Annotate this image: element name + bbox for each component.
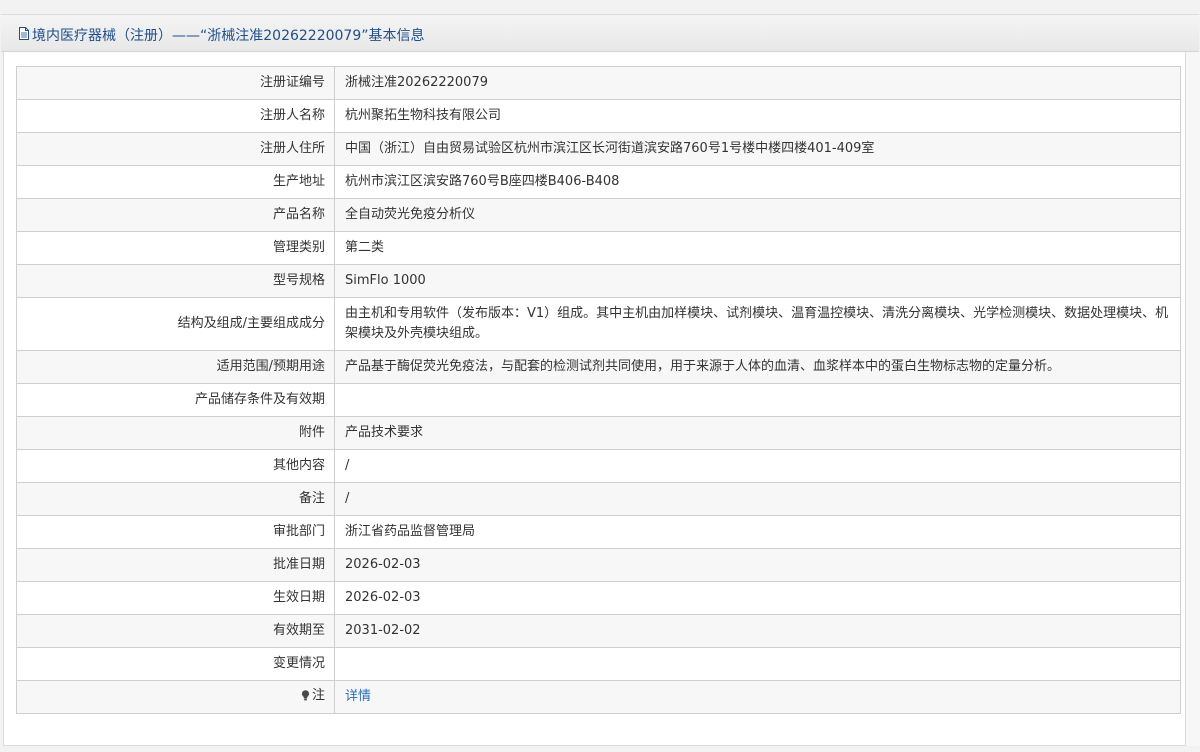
table-row: 注册人住所 中国（浙江）自由贸易试验区杭州市滨江区长河街道滨安路760号1号楼中… [16,132,1181,166]
table-row: 产品储存条件及有效期 [16,383,1181,417]
row-value [334,383,1181,417]
details-link[interactable]: 详情 [345,689,371,704]
table-row: 产品名称 全自动荧光免疫分析仪 [16,198,1181,232]
row-value: 中国（浙江）自由贸易试验区杭州市滨江区长河街道滨安路760号1号楼中楼四楼401… [334,132,1181,166]
note-label-text: 注 [311,687,325,703]
row-value: 由主机和专用软件（发布版本：V1）组成。其中主机由加样模块、试剂模块、温育温控模… [334,297,1181,351]
table-row: 型号规格 SimFlo 1000 [16,264,1181,298]
row-label: 其他内容 [16,449,335,483]
row-label: 管理类别 [16,231,335,265]
table-row: 生效日期 2026-02-03 [16,581,1181,615]
row-value: 2026-02-03 [334,581,1181,615]
table-row: 审批部门 浙江省药品监督管理局 [16,515,1181,549]
table-row: 适用范围/预期用途 产品基于酶促荧光免疫法，与配套的检测试剂共同使用，用于来源于… [16,350,1181,384]
row-value: 2031-02-02 [334,614,1181,648]
page-header: 境内医疗器械（注册）——“浙械注准20262220079”基本信息 [1,14,1199,52]
row-value: 产品技术要求 [334,416,1181,450]
table-row: 结构及组成/主要组成成分 由主机和专用软件（发布版本：V1）组成。其中主机由加样… [16,297,1181,351]
row-label: 注册证编号 [16,66,335,100]
row-label: 生产地址 [16,165,335,199]
row-label: 变更情况 [16,647,335,681]
page-title: 境内医疗器械（注册）——“浙械注准20262220079”基本信息 [32,28,425,44]
table-row: 注册证编号 浙械注准20262220079 [16,66,1181,100]
table-row: 注册人名称 杭州聚拓生物科技有限公司 [16,99,1181,133]
row-label: 审批部门 [16,515,335,549]
row-label: 适用范围/预期用途 [16,350,335,384]
row-value: 杭州聚拓生物科技有限公司 [334,99,1181,133]
row-value: 浙江省药品监督管理局 [334,515,1181,549]
lightbulb-icon [301,690,310,701]
row-value: 产品基于酶促荧光免疫法，与配套的检测试剂共同使用，用于来源于人体的血清、血浆样本… [334,350,1181,384]
page: 境内医疗器械（注册）——“浙械注准20262220079”基本信息 注册证编号 … [0,0,1200,752]
table-row: 生产地址 杭州市滨江区滨安路760号B座四楼B406-B408 [16,165,1181,199]
row-label: 备注 [16,482,335,516]
row-value: 2026-02-03 [334,548,1181,582]
row-label: 产品储存条件及有效期 [16,383,335,417]
row-label: 型号规格 [16,264,335,298]
document-icon [19,27,29,40]
row-value: 浙械注准20262220079 [334,66,1181,100]
row-label: 结构及组成/主要组成成分 [16,297,335,351]
table-row: 附件 产品技术要求 [16,416,1181,450]
table-row: 备注 / [16,482,1181,516]
note-label: 注 [301,686,325,706]
row-value: 第二类 [334,231,1181,265]
row-label: 注册人名称 [16,99,335,133]
info-table: 注册证编号 浙械注准20262220079 注册人名称 杭州聚拓生物科技有限公司… [16,66,1181,714]
row-label: 生效日期 [16,581,335,615]
row-value: / [334,482,1181,516]
note-label-cell: 注 [16,680,335,714]
note-value-cell: 详情 [334,680,1181,714]
note-row: 注 详情 [16,680,1181,714]
row-label: 批准日期 [16,548,335,582]
row-label: 产品名称 [16,198,335,232]
table-row: 变更情况 [16,647,1181,681]
row-label: 附件 [16,416,335,450]
row-label: 注册人住所 [16,132,335,166]
row-value [334,647,1181,681]
table-row: 批准日期 2026-02-03 [16,548,1181,582]
row-value: / [334,449,1181,483]
table-row: 管理类别 第二类 [16,231,1181,265]
row-label: 有效期至 [16,614,335,648]
row-value: 杭州市滨江区滨安路760号B座四楼B406-B408 [334,165,1181,199]
table-row: 有效期至 2031-02-02 [16,614,1181,648]
table-row: 其他内容 / [16,449,1181,483]
row-value: SimFlo 1000 [334,264,1181,298]
scroll-gutter [1186,52,1200,746]
row-value: 全自动荧光免疫分析仪 [334,198,1181,232]
